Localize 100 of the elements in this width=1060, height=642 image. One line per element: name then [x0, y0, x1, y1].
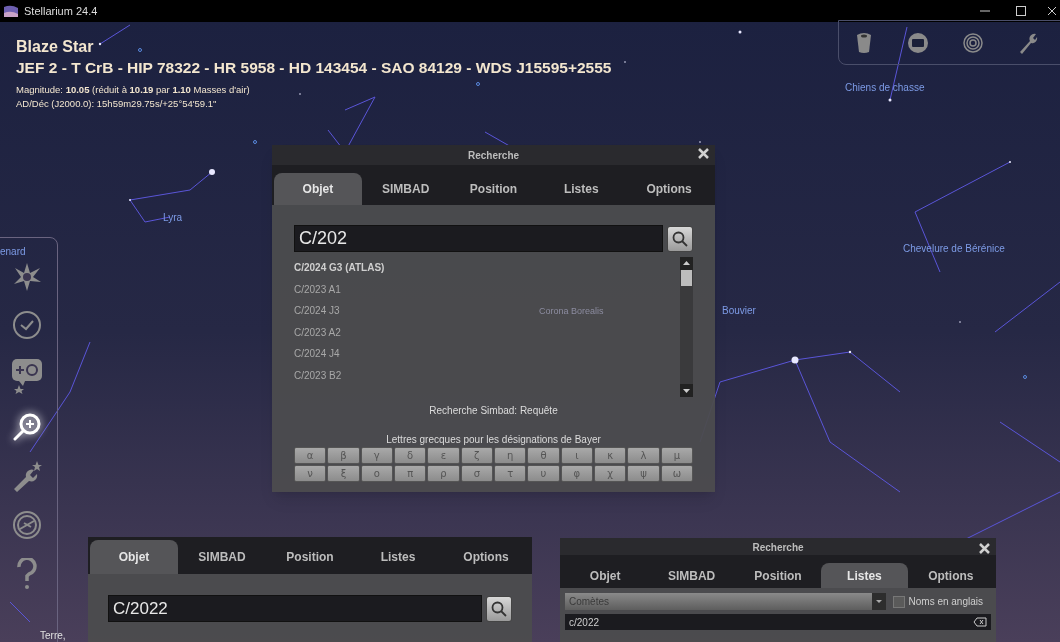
greek-letter-button[interactable]: φ — [560, 465, 593, 482]
deep-sky-marker — [1023, 375, 1027, 379]
search-field[interactable]: C/2022 — [108, 595, 482, 622]
result-item[interactable]: C/2024 J4 — [294, 343, 340, 365]
result-item[interactable]: C/2024 J3 — [294, 300, 340, 322]
greek-letter-button[interactable]: ι — [560, 447, 593, 464]
close-icon — [698, 148, 709, 159]
dialog-tab[interactable]: SIMBAD — [648, 563, 735, 588]
dialog-title: Recherche — [467, 148, 520, 163]
english-names-checkbox[interactable] — [892, 595, 905, 608]
greek-letter-button[interactable]: ο — [360, 465, 393, 482]
caret-icon — [871, 593, 886, 610]
result-item[interactable]: C/2023 A2 — [294, 321, 341, 344]
list-dropdown[interactable]: Comètes — [565, 593, 886, 610]
search-button[interactable] — [486, 595, 512, 622]
constellation-label: Bouvier — [722, 304, 756, 318]
greek-letter-button[interactable]: α — [294, 447, 327, 464]
greek-letter-button[interactable]: θ — [527, 447, 560, 464]
greek-letter-button[interactable]: ω — [660, 465, 693, 482]
greek-letter-button[interactable]: λ — [627, 447, 660, 464]
magnitude-text: Magnitude: 10.05 (réduit à 10.19 par 1.10 Masses d'air) — [16, 83, 250, 97]
dialog-tab[interactable]: Listes — [537, 173, 626, 205]
dialog-tab[interactable]: Listes — [821, 563, 908, 588]
search-icon — [491, 600, 507, 617]
compass-icon[interactable] — [12, 510, 42, 540]
greek-letter-button[interactable]: γ — [360, 447, 393, 464]
screen-icon[interactable] — [906, 31, 929, 54]
scrollbar-thumb[interactable] — [681, 270, 692, 286]
greek-letter-button[interactable]: ζ — [460, 447, 493, 464]
star-burst-icon[interactable] — [12, 262, 42, 292]
greek-letter-button[interactable]: κ — [594, 447, 627, 464]
dialog-title: Recherche — [752, 541, 804, 555]
greek-letter-button[interactable]: ρ — [427, 465, 460, 482]
bucket-icon[interactable] — [856, 31, 873, 54]
constellation-line — [99, 24, 131, 45]
deep-sky-marker — [253, 140, 257, 144]
clock-icon[interactable] — [12, 310, 42, 340]
greek-letter-button[interactable]: η — [494, 447, 527, 464]
greek-letter-button[interactable]: υ — [527, 465, 560, 482]
result-item[interactable]: C/2023 B2 — [294, 364, 342, 387]
constellation-label: Terre, — [40, 629, 66, 642]
target-icon[interactable] — [963, 32, 984, 53]
wrench-icon[interactable] — [12, 460, 42, 492]
search-field[interactable]: C/202 — [294, 225, 663, 252]
dialog-tab[interactable]: Objet — [562, 563, 649, 588]
dialog-tab[interactable]: Objet — [274, 173, 362, 205]
constellation-label: enard — [0, 245, 26, 259]
filter-field[interactable]: c/2022 — [565, 614, 991, 630]
greek-letter-button[interactable]: ψ — [627, 465, 660, 482]
object-name: Blaze Star — [16, 37, 94, 57]
wrench-icon[interactable] — [1017, 31, 1038, 54]
constellation-line — [994, 281, 1060, 333]
greek-letter-button[interactable]: χ — [594, 465, 627, 482]
greek-letter-button[interactable]: μ — [660, 447, 693, 464]
constellation-line — [999, 421, 1060, 463]
dialog-tab[interactable]: Options — [907, 563, 995, 588]
greek-letter-button[interactable]: ε — [427, 447, 460, 464]
dialog-tab[interactable]: Position — [266, 540, 354, 574]
window-title: Stellarium 24.4 — [24, 3, 98, 19]
close-button[interactable] — [979, 543, 990, 554]
close-icon — [1048, 6, 1056, 16]
greek-letters-label: Lettres grecques pour les désignations de Bayer — [385, 433, 602, 447]
result-item[interactable]: C/2024 G3 (ATLAS) — [294, 257, 385, 279]
greek-letter-button[interactable]: π — [394, 465, 427, 482]
object-designations: JEF 2 - T CrB - HIP 78322 - HR 5958 - HD 143454 - SAO 84129 - WDS J15595+2555 — [16, 58, 612, 78]
nebula-icon[interactable] — [11, 358, 43, 394]
scrollbar[interactable] — [680, 257, 693, 397]
dialog-tab[interactable]: Options — [625, 173, 713, 205]
search-icon — [672, 230, 688, 247]
greek-letter-button[interactable]: τ — [494, 465, 527, 482]
constellation-label: Chevelure de Bérénice — [903, 242, 1005, 256]
dialog-tab[interactable]: Position — [449, 173, 538, 205]
close-button[interactable] — [698, 148, 709, 159]
search-icon[interactable] — [12, 412, 42, 442]
dialog-tab[interactable]: SIMBAD — [178, 540, 266, 574]
scroll-down-icon[interactable] — [680, 384, 693, 397]
close-icon — [979, 543, 990, 554]
constellation-label: Chiens de chasse — [845, 81, 925, 95]
deep-sky-marker — [476, 82, 480, 86]
greek-letter-button[interactable]: ν — [294, 465, 327, 482]
maximize-icon — [1016, 6, 1026, 16]
constellation-label: Corona Borealis — [539, 305, 604, 318]
greek-letter-button[interactable]: ξ — [327, 465, 360, 482]
help-icon[interactable] — [15, 558, 39, 590]
clear-icon[interactable] — [973, 617, 987, 627]
greek-letter-button[interactable]: δ — [394, 447, 427, 464]
greek-letter-button[interactable]: β — [327, 447, 360, 464]
dialog-tab[interactable]: Options — [442, 540, 530, 574]
search-button[interactable] — [667, 225, 693, 252]
dialog-tab[interactable]: Position — [734, 563, 822, 588]
dialog-tab[interactable]: SIMBAD — [361, 173, 450, 205]
checkbox-label: Noms en anglais — [908, 595, 984, 609]
constellation-label: Lyra — [163, 211, 183, 225]
dialog-tab[interactable]: Objet — [90, 540, 178, 574]
constellation-line — [9, 601, 31, 622]
scroll-up-icon[interactable] — [680, 257, 693, 270]
result-item[interactable]: C/2023 A1 — [294, 278, 341, 301]
greek-letter-button[interactable]: σ — [460, 465, 493, 482]
dialog-tab[interactable]: Listes — [354, 540, 442, 574]
app-logo-icon — [4, 5, 18, 17]
